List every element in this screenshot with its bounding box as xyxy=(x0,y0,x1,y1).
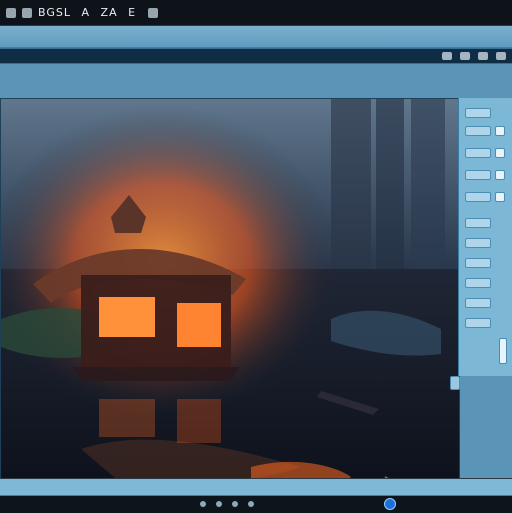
panel-button[interactable] xyxy=(465,218,491,228)
status-dot-icon xyxy=(216,501,222,507)
scroll-right-icon[interactable] xyxy=(450,376,460,390)
panel-button[interactable] xyxy=(465,108,491,118)
panel-button[interactable] xyxy=(465,126,491,136)
window-title: BGSL A ZA E xyxy=(38,6,137,19)
panel-button[interactable] xyxy=(465,238,491,248)
panel-icon[interactable] xyxy=(495,192,505,202)
canvas-artwork xyxy=(1,99,459,507)
toolbar xyxy=(0,48,512,64)
window-control-icon[interactable] xyxy=(148,7,159,18)
panel-button[interactable] xyxy=(465,278,491,288)
panel-button[interactable] xyxy=(465,170,491,180)
panel-button[interactable] xyxy=(465,192,491,202)
toolbar-icon[interactable] xyxy=(478,52,488,60)
panel-button[interactable] xyxy=(465,148,491,158)
panel-button[interactable] xyxy=(465,258,491,268)
menu-bar xyxy=(0,26,512,48)
toolbar-icon[interactable] xyxy=(460,52,470,60)
toolbar-icon[interactable] xyxy=(442,52,452,60)
status-dot-icon xyxy=(200,501,206,507)
window-control-icon[interactable] xyxy=(6,7,16,18)
scroll-icon[interactable] xyxy=(499,338,507,364)
status-dot-icon xyxy=(248,501,254,507)
panel-icon[interactable] xyxy=(495,148,505,158)
panel-button[interactable] xyxy=(465,298,491,308)
toolbar-right-icons xyxy=(442,52,506,60)
toolbar-icon[interactable] xyxy=(496,52,506,60)
workspace xyxy=(0,64,512,508)
window-control-icon[interactable] xyxy=(22,7,32,18)
status-indicator-icon[interactable] xyxy=(384,498,396,510)
status-bar xyxy=(0,478,512,513)
status-dot-icon xyxy=(232,501,238,507)
status-strip xyxy=(0,479,512,496)
panel-button[interactable] xyxy=(465,318,491,328)
right-tool-panel xyxy=(458,98,512,376)
panel-icon[interactable] xyxy=(495,170,505,180)
image-canvas[interactable] xyxy=(0,98,460,508)
title-bar: BGSL A ZA E xyxy=(0,0,512,26)
panel-icon[interactable] xyxy=(495,126,505,136)
status-row xyxy=(0,495,512,513)
